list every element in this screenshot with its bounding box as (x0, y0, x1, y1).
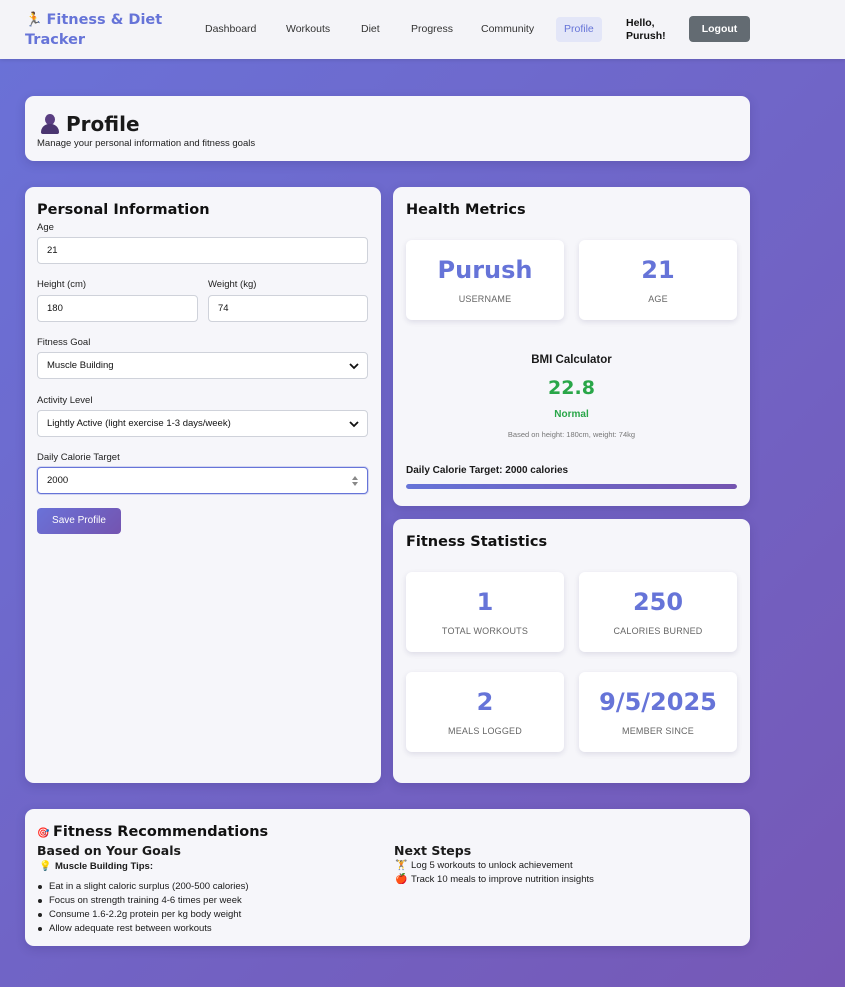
stat-value: 2 (476, 688, 494, 716)
list-item: Allow adequate rest between workouts (38, 922, 249, 936)
calorie-progress-fill (406, 484, 737, 489)
stat-value: 1 (476, 588, 494, 616)
recommendations-title: 🎯 Fitness Recommendations (37, 824, 268, 840)
fitness-goal-select[interactable]: Muscle Building (37, 352, 368, 379)
bmi-calculator-title: BMI Calculator (531, 354, 612, 366)
bmi-status: Normal (554, 409, 589, 420)
stat-label: MEMBER SINCE (622, 726, 694, 736)
age-input[interactable]: 21 (37, 237, 368, 264)
activity-level-select[interactable]: Lightly Active (light exercise 1-3 days/… (37, 410, 368, 437)
personal-info-card: Personal Information Age 21 Height (cm) … (25, 187, 381, 783)
apple-icon: 🍎 (395, 874, 408, 885)
health-metrics-title: Health Metrics (406, 202, 526, 218)
calorie-target-text: Daily Calorie Target: 2000 calories (406, 465, 569, 476)
age-metric-value: 21 (641, 256, 675, 284)
stat-value: 9/5/2025 (599, 688, 717, 716)
next-step-text: Log 5 workouts to unlock achievement (411, 860, 573, 871)
save-profile-button[interactable]: Save Profile (37, 508, 121, 534)
logout-button[interactable]: Logout (689, 16, 750, 42)
list-item: Consume 1.6-2.2g protein per kg body wei… (38, 908, 249, 922)
top-navbar: 🏃 Fitness & Diet Tracker Dashboard Workou… (0, 0, 845, 59)
tips-heading: 💡 Muscle Building Tips: (39, 861, 153, 872)
nav-progress[interactable]: Progress (403, 17, 461, 42)
stat-label: CALORIES BURNED (613, 626, 703, 636)
list-item: Focus on strength training 4-6 times per… (38, 894, 249, 908)
total-workouts-stat: 1 TOTAL WORKOUTS (406, 572, 564, 652)
fitness-goal-label: Fitness Goal (37, 337, 91, 348)
greeting-hello: Hello, (626, 17, 655, 29)
stat-label: MEALS LOGGED (448, 726, 522, 736)
calorie-target-input[interactable]: 2000 (37, 467, 368, 494)
brand-title: Fitness & Diet Tracker (25, 12, 163, 48)
page-title-text: Profile (66, 112, 140, 136)
number-spinner-icon[interactable] (352, 475, 358, 487)
dumbbell-icon: 🏋 (395, 860, 408, 871)
age-metric-label: AGE (648, 294, 668, 304)
goals-column-title: Based on Your Goals (37, 843, 181, 858)
username-value: Purush (437, 256, 533, 284)
next-step-text: Track 10 meals to improve nutrition insi… (411, 874, 594, 885)
next-steps-title: Next Steps (394, 843, 472, 858)
activity-level-value: Lightly Active (light exercise 1-3 days/… (47, 418, 231, 429)
user-greeting: Hello, Purush! (626, 17, 666, 43)
height-label: Height (cm) (37, 279, 87, 290)
health-metrics-card: Health Metrics Purush USERNAME 21 AGE BM… (393, 187, 750, 506)
next-step-item: 🏋 Log 5 workouts to unlock achievement (395, 860, 573, 871)
fitness-stats-card: Fitness Statistics 1 TOTAL WORKOUTS 250 … (393, 519, 750, 783)
bmi-note: Based on height: 180cm, weight: 74kg (507, 430, 636, 439)
chevron-down-icon (349, 363, 359, 370)
calories-burned-stat: 250 CALORIES BURNED (579, 572, 737, 652)
fitness-goal-value: Muscle Building (47, 360, 114, 371)
page-title: Profile (40, 112, 140, 136)
chevron-down-icon (349, 421, 359, 428)
bmi-value: 22.8 (548, 377, 595, 399)
recommendations-card: 🎯 Fitness Recommendations Based on Your G… (25, 809, 750, 946)
calorie-target-label: Daily Calorie Target (37, 452, 120, 463)
greeting-name: Purush! (626, 30, 666, 42)
profile-header-card: Profile Manage your personal information… (25, 96, 750, 161)
username-metric: Purush USERNAME (406, 240, 564, 320)
weight-input[interactable]: 74 (208, 295, 368, 322)
target-icon: 🎯 (37, 828, 50, 839)
tips-heading-text: Muscle Building Tips: (55, 861, 153, 872)
nav-dashboard[interactable]: Dashboard (197, 17, 264, 42)
activity-level-label: Activity Level (37, 395, 93, 406)
calorie-target-value: 2000 (47, 475, 69, 486)
username-label: USERNAME (458, 294, 512, 304)
runner-icon: 🏃 (25, 12, 43, 28)
brand-logo[interactable]: 🏃 Fitness & Diet Tracker (25, 10, 185, 50)
recommendations-title-text: Fitness Recommendations (53, 824, 269, 840)
page-subtitle: Manage your personal information and fit… (37, 138, 256, 149)
nav-diet[interactable]: Diet (353, 17, 388, 42)
nav-workouts[interactable]: Workouts (278, 17, 338, 42)
tips-list: Eat in a slight caloric surplus (200-500… (38, 880, 249, 936)
nav-profile[interactable]: Profile (556, 17, 602, 42)
list-item: Eat in a slight caloric surplus (200-500… (38, 881, 249, 892)
personal-info-title: Personal Information (37, 202, 210, 218)
calorie-progress-bar (406, 484, 737, 489)
weight-label: Weight (kg) (208, 279, 257, 290)
stat-label: TOTAL WORKOUTS (441, 626, 529, 636)
lightbulb-icon: 💡 (39, 861, 52, 872)
user-icon (40, 114, 60, 134)
height-input[interactable]: 180 (37, 295, 198, 322)
next-step-item: 🍎 Track 10 meals to improve nutrition ins… (395, 874, 594, 885)
meals-logged-stat: 2 MEALS LOGGED (406, 672, 564, 752)
stat-value: 250 (632, 588, 684, 616)
fitness-stats-title: Fitness Statistics (406, 534, 548, 550)
nav-community[interactable]: Community (473, 17, 542, 42)
age-metric: 21 AGE (579, 240, 737, 320)
member-since-stat: 9/5/2025 MEMBER SINCE (579, 672, 737, 752)
age-label: Age (37, 222, 54, 233)
